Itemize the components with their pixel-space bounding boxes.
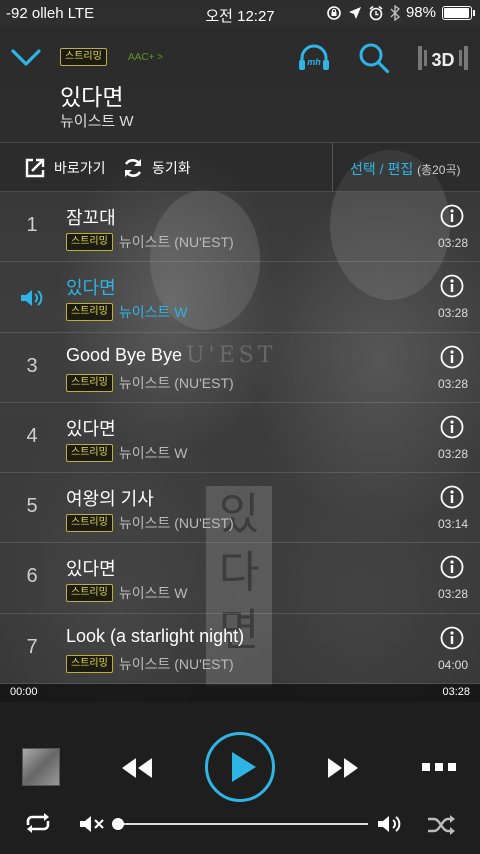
goto-button[interactable]: 바로가기	[24, 157, 106, 179]
location-icon	[348, 6, 361, 19]
list-toolbar: 바로가기 동기화 선택 / 편집 (총20곡)	[0, 142, 480, 192]
album-thumbnail[interactable]	[22, 748, 60, 786]
streaming-badge: 스트리밍	[66, 233, 113, 251]
next-track-icon[interactable]	[326, 756, 360, 780]
search-icon[interactable]	[356, 40, 392, 76]
track-duration: 03:28	[437, 446, 468, 461]
info-icon[interactable]	[440, 485, 464, 509]
chevron-down-icon[interactable]	[10, 44, 42, 70]
volume-mute-icon[interactable]	[78, 814, 106, 834]
battery-percent: 98%	[405, 4, 436, 21]
select-edit-area: 선택 / 편집 (총20곡)	[350, 159, 461, 179]
svg-text:3D: 3D	[431, 50, 454, 70]
track-number: 7	[26, 635, 38, 658]
track-row[interactable]: 5 여왕의 기사 스트리밍 뉴이스트 (NU'EST) 03:14	[0, 473, 480, 544]
more-options-icon[interactable]	[422, 762, 456, 772]
rotation-lock-icon	[327, 5, 341, 20]
track-duration: 04:00	[437, 657, 468, 672]
streaming-badge: 스트리밍	[66, 584, 113, 603]
bluetooth-icon	[390, 4, 400, 21]
track-row[interactable]: 4 있다면 스트리밍 뉴이스트 W 03:28	[0, 402, 480, 474]
codec-label[interactable]: AAC+ >	[128, 52, 163, 63]
track-artist: 뉴이스트 (NU'EST)	[118, 234, 234, 250]
streaming-badge: 스트리밍	[66, 654, 113, 673]
streaming-badge: 스트리밍	[66, 514, 113, 533]
info-icon[interactable]	[440, 274, 464, 298]
info-icon[interactable]	[440, 555, 464, 579]
info-icon[interactable]	[440, 415, 464, 439]
volume-slider[interactable]	[118, 823, 368, 825]
track-artist: 뉴이스트 W	[118, 444, 188, 461]
track-number: 4	[26, 424, 38, 447]
track-number: 5	[26, 495, 38, 518]
info-icon[interactable]	[440, 345, 464, 369]
track-row[interactable]: 1 잠꼬대 스트리밍 뉴이스트 (NU'EST) 03:28	[0, 192, 480, 263]
streaming-badge: 스트리밍	[66, 373, 113, 392]
track-title: 있다면	[66, 418, 116, 439]
player-controls	[0, 702, 480, 854]
open-external-icon	[25, 158, 45, 178]
shuffle-icon[interactable]	[426, 814, 456, 836]
track-count: (총20곡)	[417, 163, 461, 177]
progress-times[interactable]: 00:00 03:28	[0, 684, 480, 702]
volume-knob[interactable]	[112, 818, 124, 830]
svg-text:mh: mh	[307, 57, 321, 67]
play-button[interactable]	[205, 732, 275, 802]
track-title: Good Bye Bye	[66, 344, 183, 365]
repeat-icon[interactable]	[24, 812, 52, 834]
track-artist: 뉴이스트 (NU'EST)	[118, 515, 234, 532]
track-title: 있다면	[66, 278, 116, 299]
track-duration: 03:28	[437, 376, 468, 391]
refresh-icon	[124, 159, 142, 177]
track-duration: 03:28	[437, 587, 468, 602]
track-number: 1	[26, 214, 38, 236]
track-title: Look (a starlight night)	[66, 625, 245, 646]
page-title: 있다면	[60, 84, 124, 110]
toolbar-divider	[332, 143, 333, 191]
streaming-badge: 스트리밍	[60, 48, 107, 66]
track-artist: 뉴이스트 W	[118, 585, 188, 602]
track-title: 잠꼬대	[66, 208, 116, 228]
track-artist: 뉴이스트 (NU'EST)	[118, 374, 234, 391]
track-row[interactable]: 있다면 스트리밍 뉴이스트 W 03:28	[0, 262, 480, 333]
status-bar: -92 olleh LTE 오전 12:27 98%	[0, 0, 480, 28]
now-playing-header: 스트리밍 AAC+ > 있다면 뉴이스트 W mh 3D	[0, 28, 480, 142]
track-duration: 03:14	[437, 517, 468, 532]
volume-max-icon[interactable]	[376, 814, 402, 834]
header-artist: 뉴이스트 W	[60, 113, 134, 130]
track-list: 1 잠꼬대 스트리밍 뉴이스트 (NU'EST) 03:28 있다면 스트리밍 …	[0, 192, 480, 684]
track-artist: 뉴이스트 (NU'EST)	[118, 655, 234, 672]
battery-icon	[442, 5, 475, 20]
track-row[interactable]: 6 있다면 스트리밍 뉴이스트 W 03:28	[0, 543, 480, 614]
track-number: 6	[26, 565, 38, 588]
sync-button[interactable]: 동기화	[122, 157, 191, 179]
track-artist: 뉴이스트 W	[118, 304, 188, 321]
select-edit-separator: /	[375, 161, 388, 177]
play-icon	[232, 752, 256, 782]
goto-label: 바로가기	[54, 160, 106, 176]
info-icon[interactable]	[440, 626, 464, 650]
elapsed-time: 00:00	[10, 686, 38, 698]
streaming-badge: 스트리밍	[66, 443, 113, 462]
info-icon[interactable]	[440, 204, 464, 228]
track-row[interactable]: 7 Look (a starlight night) 스트리밍 뉴이스트 (NU…	[0, 613, 480, 684]
streaming-badge: 스트리밍	[66, 303, 113, 322]
track-duration: 03:28	[437, 236, 468, 250]
previous-track-icon[interactable]	[120, 756, 154, 780]
track-row[interactable]: 3 Good Bye Bye 스트리밍 뉴이스트 (NU'EST) 03:28	[0, 332, 480, 403]
now-playing-speaker-icon	[21, 290, 43, 307]
track-title: 있다면	[66, 559, 116, 580]
alarm-icon	[369, 5, 383, 20]
total-time: 03:28	[442, 686, 470, 698]
select-button[interactable]: 선택	[350, 161, 376, 177]
track-title: 여왕의 기사	[66, 489, 154, 510]
track-duration: 03:28	[437, 306, 468, 321]
mh-headphones-icon[interactable]: mh	[296, 40, 332, 76]
track-number: 3	[26, 354, 38, 377]
sync-label: 동기화	[152, 160, 191, 176]
3d-sound-icon[interactable]: 3D	[418, 40, 468, 76]
edit-button[interactable]: 편집	[387, 161, 413, 177]
